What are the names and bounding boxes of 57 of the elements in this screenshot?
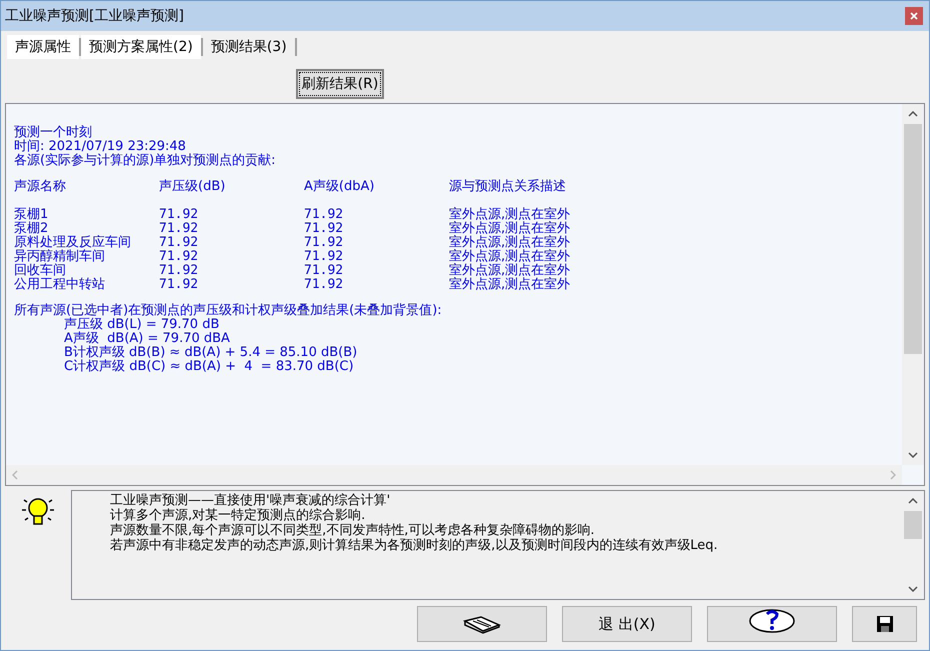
a-weighted-level: 71.92 (304, 208, 344, 222)
scrollbar-thumb[interactable] (904, 124, 922, 354)
source-name: 原料处理及反应车间 (14, 236, 132, 250)
summary-line: 声压级 dB(L) = 79.70 dB (63, 318, 220, 332)
window-title: 工业噪声预测[工业噪声预测] (5, 6, 184, 26)
relation-description: 室外点源,测点在室外 (449, 278, 572, 292)
report-line: 时间: 2021/07/19 23:29:48 (14, 140, 186, 154)
summary-line: C计权声级 dB(C) ≈ dB(A) + 4 = 83.70 dB(C) (63, 360, 355, 374)
help-paragraph: 若声源中有非稳定发声的动态声源,则计算结果为各预测时刻的声级,以及预测时间段内的连续有效声级Leq. (109, 538, 719, 553)
scroll-up-icon[interactable] (908, 111, 918, 117)
tab[interactable]: 声源属性 (7, 35, 79, 59)
source-name: 公用工程中转站 (14, 278, 106, 292)
sound-pressure-level: 71.92 (159, 278, 200, 292)
source-name: 异丙醇精制车间 (14, 250, 106, 264)
source-name: 泵棚1 (14, 208, 50, 222)
column-header: 源与预测点关系描述 (449, 180, 567, 194)
sound-pressure-level: 71.92 (159, 250, 200, 264)
a-weighted-level: 71.92 (304, 264, 344, 278)
exit-button[interactable]: 退 出(X) (562, 606, 692, 642)
a-weighted-level: 71.92 (304, 250, 344, 264)
sound-pressure-level: 71.92 (159, 222, 200, 236)
scroll-down-icon[interactable] (908, 452, 918, 458)
summary-line: A声级 dB(A) = 79.70 dBA (63, 332, 231, 346)
source-name: 泵棚2 (14, 222, 48, 236)
help-paragraph: 声源数量不限,每个声源可以不同类型,不同发声特性,可以考虑各种复杂障碍物的影响. (109, 523, 596, 538)
relation-description: 室外点源,测点在室外 (449, 250, 572, 264)
scrollbar-thumb[interactable] (904, 511, 922, 539)
sound-pressure-level: 71.92 (159, 208, 200, 222)
scroll-down-icon[interactable] (908, 586, 918, 592)
close-icon (910, 12, 918, 20)
summary-line: B计权声级 dB(B) ≈ dB(A) + 5.4 = 85.10 dB(B) (63, 346, 358, 360)
close-button[interactable] (905, 7, 923, 25)
relation-description: 室外点源,测点在室外 (449, 222, 572, 236)
source-name: 回收车间 (14, 264, 66, 278)
column-header: 声压级(dB) (159, 180, 226, 194)
relation-description: 室外点源,测点在室外 (449, 208, 572, 222)
column-header: 声源名称 (14, 180, 67, 194)
tab[interactable]: 预测方案属性(2) (81, 35, 201, 59)
a-weighted-level: 71.92 (304, 236, 344, 250)
book-button[interactable] (417, 606, 547, 642)
report-line: 预测一个时刻 (14, 126, 93, 140)
save-button[interactable] (852, 606, 917, 642)
scroll-up-icon[interactable] (908, 498, 918, 504)
report-line: 各源(实际参与计算的源)单独对预测点的贡献: (14, 154, 277, 168)
summary-title: 所有声源(已选中者)在预测点的声压级和计权声级叠加结果(未叠加背景值): (14, 304, 443, 318)
sound-pressure-level: 71.92 (159, 264, 200, 278)
relation-description: 室外点源,测点在室外 (449, 236, 572, 250)
column-header: A声级(dbA) (304, 180, 376, 194)
help-paragraph: 计算多个声源,对某一特定预测点的综合影响. (109, 508, 366, 523)
vertical-scrollbar[interactable] (902, 104, 924, 465)
a-weighted-level: 71.92 (304, 222, 344, 236)
help-paragraph: 工业噪声预测——直接使用'噪声衰减的综合计算' (109, 493, 392, 508)
a-weighted-level: 71.92 (304, 278, 344, 292)
sound-pressure-level: 71.92 (159, 236, 200, 250)
refresh-button[interactable]: 刷新结果(R) (296, 69, 384, 99)
relation-description: 室外点源,测点在室外 (449, 264, 572, 278)
help-button[interactable] (707, 606, 837, 642)
